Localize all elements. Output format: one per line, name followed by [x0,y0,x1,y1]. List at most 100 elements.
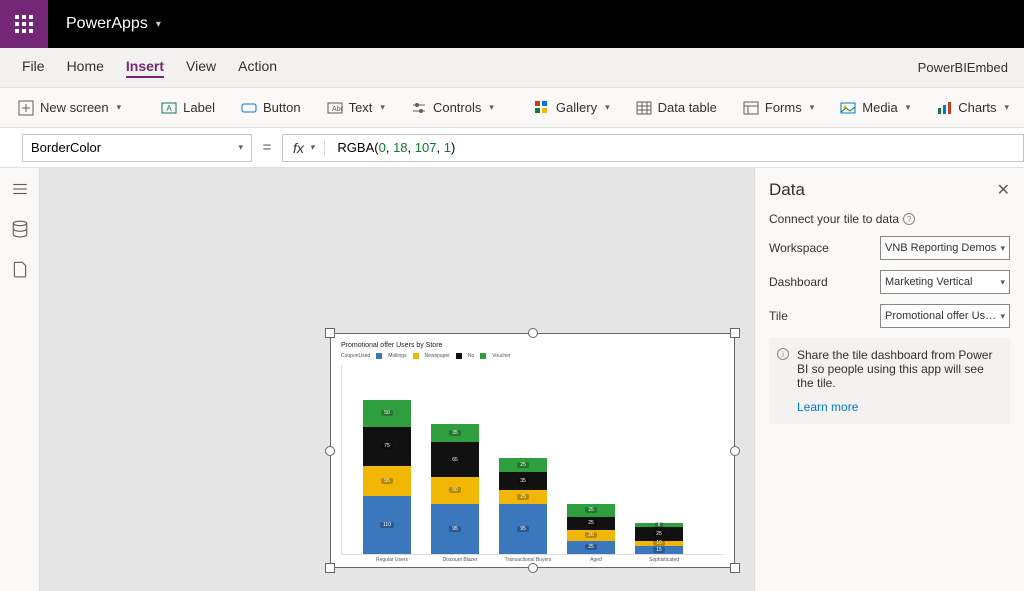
chart-legend: CouponUsed Mailings Newspaper No Voucher [341,353,724,359]
bar-segment: 50 [431,477,479,504]
charts-button[interactable]: Charts▾ [930,96,1015,120]
property-dropdown[interactable]: BorderColor ▾ [22,134,252,162]
chevron-down-icon: ▾ [238,142,243,153]
button-icon [241,100,257,116]
menu-insert[interactable]: Insert [126,58,164,78]
media-pane-button[interactable] [11,260,29,278]
chevron-down-icon: ▾ [1000,277,1005,288]
pane-title: Data [769,180,805,200]
dashboard-dropdown[interactable]: Marketing Vertical ▾ [880,270,1010,294]
media-button[interactable]: Media▾ [834,96,916,120]
bar-segment: 75 [363,427,411,467]
resize-handle-nw[interactable] [325,328,335,338]
learn-more-link[interactable]: Learn more [797,400,858,414]
tile-label: Tile [769,309,788,323]
info-icon: i [777,348,789,360]
share-tip: i Share the tile dashboard from Power BI… [769,338,1010,424]
resize-handle-n[interactable] [528,328,538,338]
resize-handle-ne[interactable] [730,328,740,338]
data-sources-button[interactable] [11,220,29,238]
legend-swatch [456,353,462,359]
formula-input[interactable]: RGBA(0, 18, 107, 1) [325,140,467,156]
bar-segment: 35 [499,472,547,491]
insert-ribbon: New screen▾ A Label Button Abc Text▾ Con… [0,88,1024,128]
resize-handle-sw[interactable] [325,563,335,573]
menu-file[interactable]: File [22,58,45,78]
chart-plot-area: 1105575509550653595253525252025251510258 [341,365,724,555]
bar-segment: 25 [567,541,615,554]
canvas[interactable]: Promotional offer Users by Store CouponU… [40,168,754,591]
bar-segment: 95 [431,504,479,554]
x-tick-label: Discount Blazer [435,557,485,563]
menu-home[interactable]: Home [67,58,104,78]
chevron-down-icon: ▾ [380,102,385,113]
new-screen-button[interactable]: New screen▾ [12,96,127,120]
menu-action[interactable]: Action [238,58,277,78]
chevron-down-icon: ▾ [489,102,494,113]
data-table-button[interactable]: Data table [630,96,723,120]
formula-input-container: fx ▾ RGBA(0, 18, 107, 1) [282,134,1024,162]
properties-pane: Data ✕ Connect your tile to data ? Works… [754,168,1024,591]
app-name-text: PowerApps [66,15,148,33]
menu-bar: File Home Insert View Action PowerBIEmbe… [0,48,1024,88]
workspace-dropdown[interactable]: VNB Reporting Demos ▾ [880,236,1010,260]
x-tick-label: Aged [571,557,621,563]
label-button[interactable]: A Label [155,96,221,120]
chevron-down-icon: ▾ [605,102,610,113]
title-bar: PowerApps ▾ [0,0,1024,48]
bar-column: 110557550 [362,400,412,554]
controls-icon [411,100,427,116]
bar-segment: 15 [635,546,683,554]
powerbi-tile[interactable]: Promotional offer Users by Store CouponU… [330,333,735,568]
new-screen-icon [18,100,34,116]
controls-button[interactable]: Controls▾ [405,96,500,120]
tree-view-button[interactable] [11,180,29,198]
charts-icon [936,100,952,116]
tile-dropdown[interactable]: Promotional offer Users ▾ [880,304,1010,328]
text-icon: Abc [327,100,343,116]
chevron-down-icon: ▾ [1000,243,1005,254]
chevron-down-icon: ▾ [117,102,122,113]
data-table-icon [636,100,652,116]
bar-segment: 20 [567,530,615,541]
bar-segment: 25 [635,527,683,540]
label-icon: A [161,100,177,116]
bar-segment: 65 [431,442,479,477]
chart: Promotional offer Users by Store CouponU… [331,334,734,567]
bar-segment: 35 [431,424,479,443]
chevron-down-icon: ▾ [810,102,815,113]
x-tick-label: Sophisticated [639,557,689,563]
info-icon[interactable]: ? [903,213,915,225]
fx-label[interactable]: fx ▾ [283,140,325,156]
media-icon [840,100,856,116]
gallery-button[interactable]: Gallery▾ [528,96,616,120]
legend-swatch [376,353,382,359]
property-name: BorderColor [31,140,101,155]
resize-handle-s[interactable] [528,563,538,573]
resize-handle-w[interactable] [325,446,335,456]
resize-handle-e[interactable] [730,446,740,456]
control-name-display: PowerBIEmbed [918,60,1008,75]
gallery-icon [534,100,550,116]
chevron-down-icon: ▾ [156,19,161,30]
chevron-down-icon: ▾ [310,142,315,153]
button-button[interactable]: Button [235,96,307,120]
text-button[interactable]: Abc Text▾ [321,96,391,120]
app-switcher[interactable]: PowerApps ▾ [48,15,179,33]
main-area: Promotional offer Users by Store CouponU… [0,168,1024,591]
svg-text:Abc: Abc [332,106,343,113]
workspace-label: Workspace [769,241,829,255]
resize-handle-se[interactable] [730,563,740,573]
dashboard-label: Dashboard [769,275,828,289]
bar-segment: 95 [499,504,547,554]
close-pane-button[interactable]: ✕ [997,180,1010,200]
bar-column: 25202525 [566,504,616,554]
bar-segment: 25 [567,504,615,517]
x-tick-label: Regular Users [367,557,417,563]
waffle-launcher[interactable] [0,0,48,48]
forms-button[interactable]: Forms▾ [737,96,820,120]
bar-segment: 50 [363,400,411,427]
menu-view[interactable]: View [186,58,216,78]
bar-column: 95253525 [498,458,548,554]
bar-segment: 55 [363,466,411,495]
